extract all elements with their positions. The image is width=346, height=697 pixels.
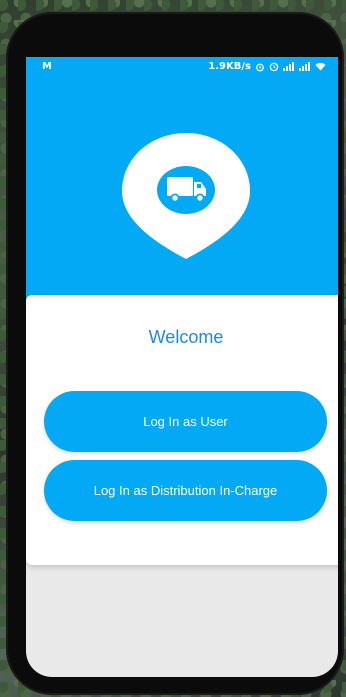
signal-icon [283, 62, 295, 71]
login-card: Welcome Log In as User Log In as Distrib… [26, 295, 338, 565]
header-banner: M 1.9KB/s [26, 57, 338, 305]
app-screen: M 1.9KB/s Welcome Log In as User Log In … [26, 57, 338, 677]
login-distribution-button[interactable]: Log In as Distribution In-Charge [44, 460, 327, 521]
location-pin-icon [122, 133, 250, 259]
welcome-title: Welcome [148, 327, 224, 347]
carrier-glyph: M [42, 61, 52, 72]
wifi-icon [315, 62, 326, 71]
status-bar: M 1.9KB/s [26, 57, 338, 79]
status-icons: 1.9KB/s [208, 61, 326, 72]
login-user-button[interactable]: Log In as User [44, 391, 327, 452]
signal-icon [299, 62, 311, 71]
clock-icon [269, 62, 279, 72]
network-speed: 1.9KB/s [208, 61, 251, 72]
phone-frame: M 1.9KB/s Welcome Log In as User Log In … [6, 12, 344, 695]
alarm-icon [255, 62, 265, 72]
